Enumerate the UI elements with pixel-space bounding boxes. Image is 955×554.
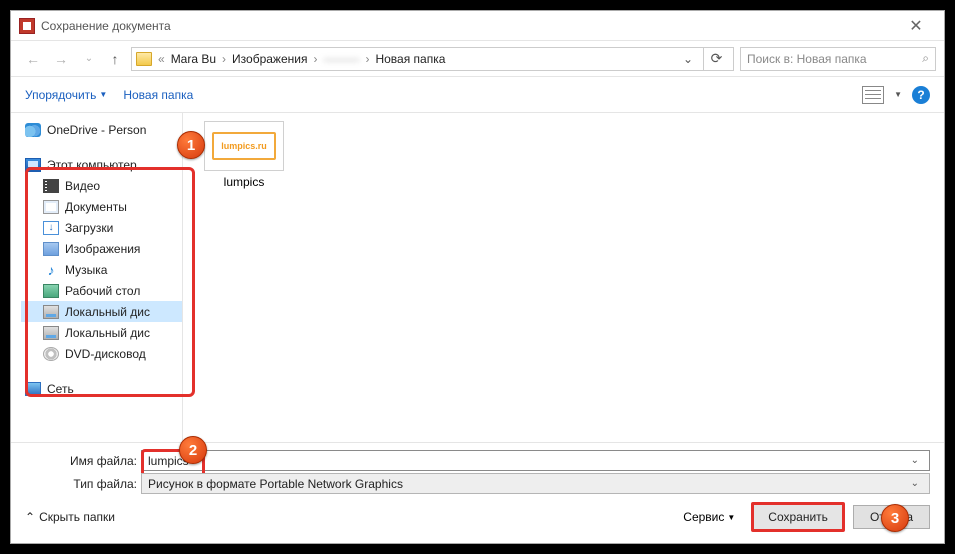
nav-recent-dropdown[interactable]: ⌄ bbox=[79, 49, 99, 69]
address-dropdown[interactable]: ⌄ bbox=[677, 52, 699, 66]
nav-sidebar: OneDrive - Person Этот компьютер Видео Д… bbox=[11, 113, 183, 442]
filetype-select[interactable]: Рисунок в формате Portable Network Graph… bbox=[141, 473, 930, 494]
dvd-icon bbox=[43, 347, 59, 361]
nav-forward-button[interactable]: → bbox=[51, 49, 71, 69]
filetype-label: Тип файла: bbox=[25, 477, 137, 491]
new-folder-button[interactable]: Новая папка bbox=[123, 88, 193, 102]
music-icon: ♪ bbox=[43, 263, 59, 277]
sidebar-item-dvd[interactable]: DVD-дисковод bbox=[21, 343, 182, 364]
breadcrumb-item[interactable]: Mara Bu bbox=[169, 52, 218, 66]
search-placeholder: Поиск в: Новая папка bbox=[747, 52, 867, 66]
search-icon: ⌕ bbox=[922, 51, 929, 66]
breadcrumb-item[interactable]: Изображения bbox=[230, 52, 309, 66]
breadcrumb-sep: « bbox=[158, 52, 165, 66]
file-item[interactable]: lumpics.ru lumpics bbox=[201, 121, 287, 189]
sidebar-item-localdisk[interactable]: Локальный дис bbox=[21, 322, 182, 343]
address-bar-row: ← → ⌄ ↑ « Mara Bu › Изображения › ——— › … bbox=[11, 40, 944, 76]
download-icon bbox=[43, 221, 59, 235]
file-name-label: lumpics bbox=[224, 175, 265, 189]
chevron-right-icon: › bbox=[365, 52, 369, 66]
save-button[interactable]: Сохранить bbox=[751, 502, 845, 532]
annotation-badge: 2 bbox=[179, 436, 207, 464]
sidebar-item-pictures[interactable]: Изображения bbox=[21, 238, 182, 259]
chevron-down-icon[interactable]: ▼ bbox=[894, 90, 902, 99]
video-icon bbox=[43, 179, 59, 193]
chevron-right-icon: › bbox=[222, 52, 226, 66]
titlebar: Сохранение документа ✕ bbox=[11, 11, 944, 40]
chevron-right-icon: › bbox=[313, 52, 317, 66]
annotation-badge: 1 bbox=[177, 131, 205, 159]
window-title: Сохранение документа bbox=[41, 19, 171, 33]
save-dialog-window: Сохранение документа ✕ ← → ⌄ ↑ « Mara Bu… bbox=[10, 10, 945, 544]
search-input[interactable]: Поиск в: Новая папка ⌕ bbox=[740, 47, 936, 71]
sidebar-item-network[interactable]: Сеть bbox=[21, 378, 182, 399]
view-options-button[interactable] bbox=[862, 86, 884, 104]
filename-input[interactable]: lumpics ⌄ bbox=[141, 450, 930, 471]
app-icon bbox=[19, 18, 35, 34]
sidebar-item-desktop[interactable]: Рабочий стол bbox=[21, 280, 182, 301]
organize-button[interactable]: Упорядочить▼ bbox=[25, 88, 107, 102]
chevron-down-icon: ▼ bbox=[99, 90, 107, 99]
lumpics-logo-icon: lumpics.ru bbox=[212, 132, 276, 160]
breadcrumb-bar[interactable]: « Mara Bu › Изображения › ——— › Новая па… bbox=[131, 47, 734, 71]
file-listing-area[interactable]: lumpics.ru lumpics bbox=[183, 113, 944, 442]
sidebar-item-music[interactable]: ♪Музыка bbox=[21, 259, 182, 280]
nav-up-button[interactable]: ↑ bbox=[105, 49, 125, 69]
onedrive-icon bbox=[25, 123, 41, 137]
network-icon bbox=[25, 382, 41, 396]
sidebar-item-localdisk[interactable]: Локальный дис bbox=[21, 301, 182, 322]
file-fields: Имя файла: lumpics ⌄ Тип файла: Рисунок … bbox=[11, 442, 944, 497]
sidebar-item-downloads[interactable]: Загрузки bbox=[21, 217, 182, 238]
breadcrumb-item-blurred[interactable]: ——— bbox=[321, 52, 361, 66]
folder-icon bbox=[136, 52, 152, 66]
breadcrumb-item[interactable]: Новая папка bbox=[373, 52, 447, 66]
filename-label: Имя файла: bbox=[25, 454, 137, 468]
sidebar-item-onedrive[interactable]: OneDrive - Person bbox=[21, 119, 182, 140]
pictures-icon bbox=[43, 242, 59, 256]
chevron-down-icon[interactable]: ⌄ bbox=[907, 478, 923, 489]
desktop-icon bbox=[43, 284, 59, 298]
hdd-icon bbox=[43, 326, 59, 340]
close-button[interactable]: ✕ bbox=[896, 16, 936, 36]
dialog-footer: ⌃ Скрыть папки Сервис ▼ Сохранить Отмена bbox=[11, 497, 944, 543]
help-button[interactable]: ? bbox=[912, 86, 930, 104]
refresh-button[interactable]: ⟳ bbox=[703, 47, 729, 71]
nav-back-button[interactable]: ← bbox=[23, 49, 43, 69]
document-icon bbox=[43, 200, 59, 214]
sidebar-item-videos[interactable]: Видео bbox=[21, 175, 182, 196]
service-button[interactable]: Сервис ▼ bbox=[683, 510, 735, 524]
annotation-badge: 3 bbox=[881, 504, 909, 532]
pc-icon bbox=[25, 158, 41, 172]
chevron-down-icon: ▼ bbox=[727, 513, 735, 522]
chevron-up-icon: ⌃ bbox=[25, 510, 35, 524]
file-thumbnail: lumpics.ru bbox=[204, 121, 284, 171]
hdd-icon bbox=[43, 305, 59, 319]
chevron-down-icon[interactable]: ⌄ bbox=[907, 455, 923, 466]
hide-folders-button[interactable]: ⌃ Скрыть папки bbox=[25, 510, 115, 524]
sidebar-item-thispc[interactable]: Этот компьютер bbox=[21, 154, 182, 175]
dialog-body: OneDrive - Person Этот компьютер Видео Д… bbox=[11, 112, 944, 442]
sidebar-item-documents[interactable]: Документы bbox=[21, 196, 182, 217]
toolbar: Упорядочить▼ Новая папка ▼ ? bbox=[11, 76, 944, 112]
